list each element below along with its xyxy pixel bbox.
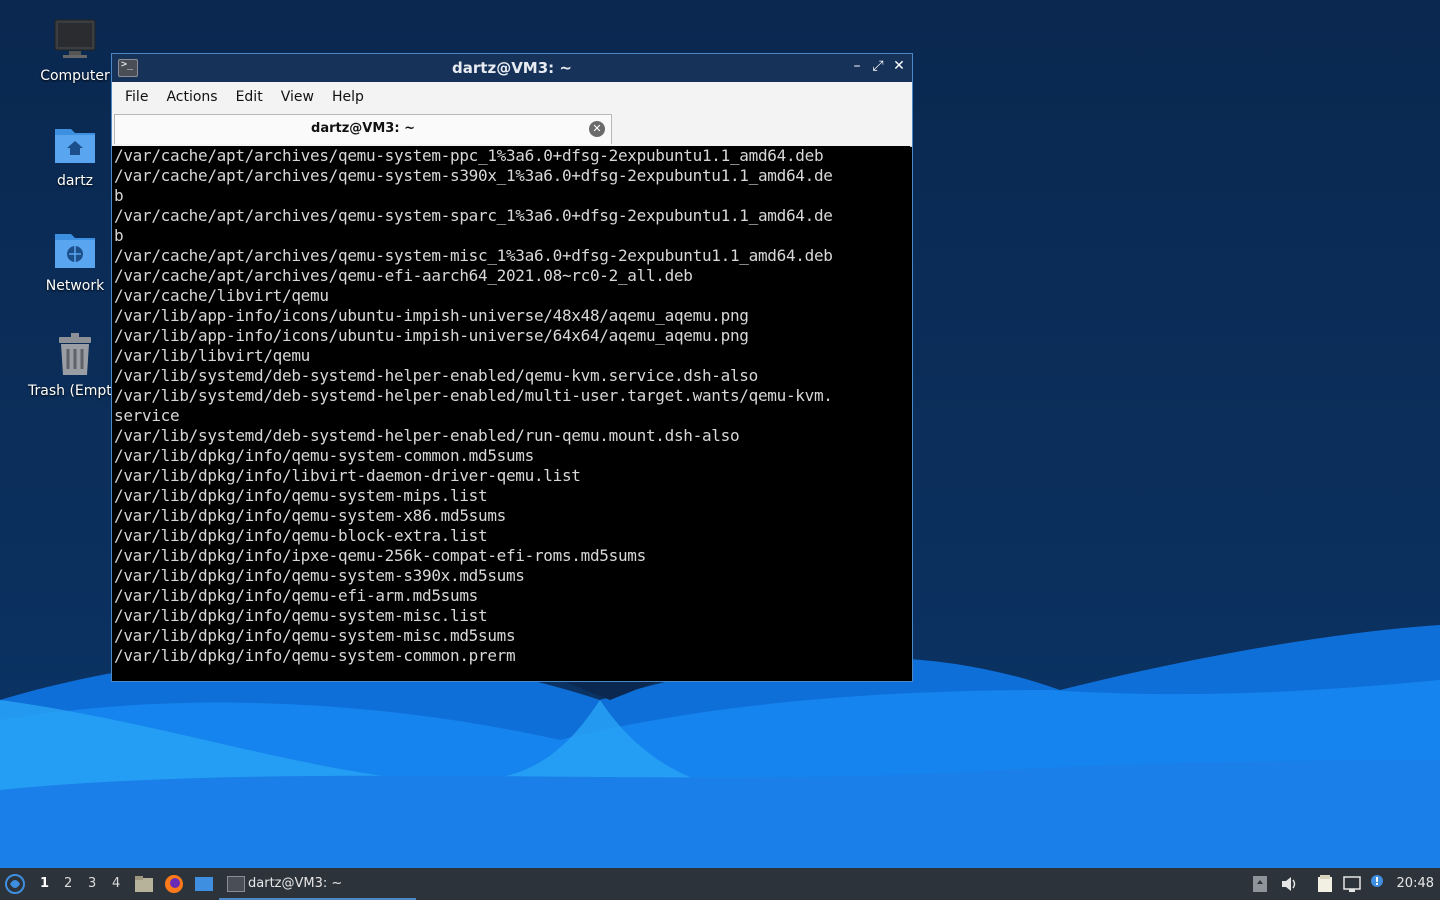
terminal-line: /var/lib/dpkg/info/qemu-system-misc.md5s… xyxy=(114,626,516,645)
terminal-line: /var/lib/systemd/deb-systemd-helper-enab… xyxy=(114,386,833,405)
file-manager-icon[interactable] xyxy=(134,875,154,893)
terminal-line: service xyxy=(114,406,180,425)
window-title: dartz@VM3: ~ xyxy=(452,59,572,77)
terminal-line: /var/cache/apt/archives/qemu-system-s390… xyxy=(114,166,833,185)
workspace-2[interactable]: 2 xyxy=(64,876,72,891)
trash-icon xyxy=(59,333,91,375)
workspace-3[interactable]: 3 xyxy=(88,876,96,891)
workspace-4[interactable]: 4 xyxy=(112,876,120,891)
terminal-output[interactable]: /var/cache/apt/archives/qemu-system-ppc_… xyxy=(112,146,910,681)
terminal-line: /var/lib/systemd/deb-systemd-helper-enab… xyxy=(114,426,740,445)
menu-file[interactable]: File xyxy=(116,89,157,105)
terminal-line: /var/lib/dpkg/info/qemu-system-misc.list xyxy=(114,606,488,625)
firefox-icon[interactable] xyxy=(164,874,184,894)
terminal-line: /var/lib/dpkg/info/qemu-system-x86.md5su… xyxy=(114,506,506,525)
window-titlebar[interactable]: >_ dartz@VM3: ~ – ⤢ ✕ xyxy=(112,54,912,82)
network-icon[interactable] xyxy=(1343,875,1361,893)
menu-edit[interactable]: Edit xyxy=(227,89,272,105)
menu-actions[interactable]: Actions xyxy=(157,89,226,105)
maximize-button[interactable]: ⤢ xyxy=(869,58,887,74)
start-menu-icon[interactable] xyxy=(5,874,25,894)
terminal-line: b xyxy=(114,226,124,245)
terminal-line: /var/lib/dpkg/info/qemu-system-s390x.md5… xyxy=(114,566,525,585)
clock[interactable]: 20:48 xyxy=(1397,876,1434,891)
volume-icon[interactable] xyxy=(1280,875,1298,893)
terminal-line: /var/lib/dpkg/info/qemu-system-common.pr… xyxy=(114,646,516,665)
computer-icon xyxy=(54,19,96,58)
terminal-line: /var/cache/apt/archives/qemu-system-ppc_… xyxy=(114,146,824,165)
terminal-line: /var/cache/apt/archives/qemu-system-spar… xyxy=(114,206,833,225)
minimize-button[interactable]: – xyxy=(848,58,866,74)
workspace-1[interactable]: 1 xyxy=(40,876,49,891)
terminal-window: >_ dartz@VM3: ~ – ⤢ ✕ File Actions Edit … xyxy=(111,53,913,682)
terminal-line: /var/cache/apt/archives/qemu-efi-aarch64… xyxy=(114,266,693,285)
terminal-task-icon xyxy=(227,876,245,892)
terminal-line: /var/lib/dpkg/info/qemu-block-extra.list xyxy=(114,526,488,545)
taskbar-task-terminal[interactable]: dartz@VM3: ~ xyxy=(219,868,416,900)
notes-icon[interactable] xyxy=(1316,875,1334,893)
terminal-line: /var/lib/dpkg/info/qemu-efi-arm.md5sums xyxy=(114,586,478,605)
tab-terminal[interactable]: dartz@VM3: ~ ✕ xyxy=(114,114,612,144)
terminal-line: /var/lib/dpkg/info/libvirt-daemon-driver… xyxy=(114,466,581,485)
tab-bar: dartz@VM3: ~ ✕ xyxy=(112,112,912,147)
terminal-line: /var/cache/libvirt/qemu xyxy=(114,286,329,305)
show-desktop-icon[interactable] xyxy=(194,875,214,893)
task-label: dartz@VM3: ~ xyxy=(248,876,343,891)
terminal-line: /var/lib/dpkg/info/ipxe-qemu-256k-compat… xyxy=(114,546,646,565)
taskbar: 1 2 3 4 dartz@VM3: ~ 20:48 xyxy=(0,868,1440,900)
menubar: File Actions Edit View Help xyxy=(112,82,912,112)
terminal-line: /var/lib/app-info/icons/ubuntu-impish-un… xyxy=(114,326,749,345)
terminal-line: /var/lib/app-info/icons/ubuntu-impish-un… xyxy=(114,306,749,325)
menu-help[interactable]: Help xyxy=(323,89,373,105)
home-folder-icon xyxy=(55,129,95,163)
clipboard-icon[interactable] xyxy=(1251,875,1269,893)
notification-icon[interactable] xyxy=(1369,874,1387,892)
terminal-line: /var/lib/systemd/deb-systemd-helper-enab… xyxy=(114,366,758,385)
terminal-line: /var/lib/dpkg/info/qemu-system-mips.list xyxy=(114,486,488,505)
terminal-line: /var/lib/libvirt/qemu xyxy=(114,346,310,365)
menu-view[interactable]: View xyxy=(272,89,323,105)
terminal-line: /var/lib/dpkg/info/qemu-system-common.md… xyxy=(114,446,534,465)
close-button[interactable]: ✕ xyxy=(890,58,908,74)
tab-label: dartz@VM3: ~ xyxy=(311,121,415,136)
network-folder-icon xyxy=(55,234,95,268)
terminal-line: b xyxy=(114,186,124,205)
terminal-line: /var/cache/apt/archives/qemu-system-misc… xyxy=(114,246,833,265)
tab-close-icon[interactable]: ✕ xyxy=(589,121,605,137)
